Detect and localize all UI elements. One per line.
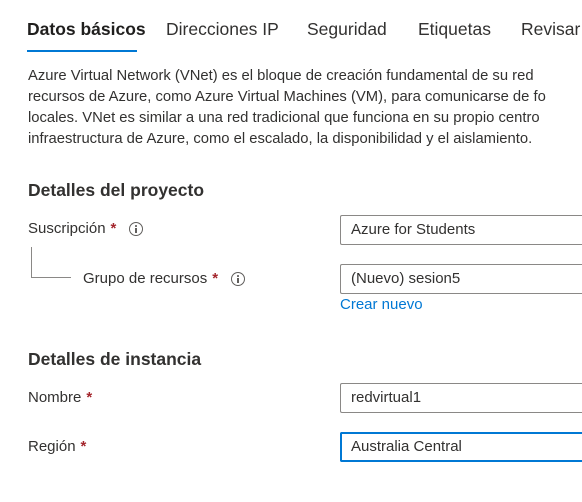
name-input[interactable]: redvirtual1: [340, 383, 582, 413]
subscription-label: Suscripción: [28, 220, 106, 237]
required-marker: *: [212, 270, 219, 287]
tab-direcciones-ip[interactable]: Direcciones IP: [166, 17, 279, 41]
info-icon[interactable]: [231, 271, 246, 286]
tab-revisar[interactable]: Revisar y: [521, 17, 582, 41]
intro-line: Azure Virtual Network (VNet) es el bloqu…: [28, 68, 534, 84]
required-marker: *: [80, 438, 87, 455]
region-label: Región: [28, 438, 76, 455]
subscription-label-row: Suscripción *: [28, 220, 144, 237]
resource-group-label: Grupo de recursos: [83, 270, 208, 287]
tab-bar: Datos básicos Direcciones IP Seguridad E…: [0, 0, 582, 56]
required-marker: *: [110, 220, 117, 237]
info-icon[interactable]: [129, 221, 144, 236]
tab-seguridad[interactable]: Seguridad: [307, 17, 387, 41]
create-new-link[interactable]: Crear nuevo: [340, 296, 423, 313]
project-details-heading: Detalles del proyecto: [28, 180, 205, 200]
instance-details-heading: Detalles de instancia: [28, 349, 202, 369]
intro-line: infraestructura de Azure, como el escala…: [28, 131, 533, 147]
region-label-row: Región *: [28, 438, 86, 455]
resource-group-label-row: Grupo de recursos *: [83, 270, 246, 287]
subscription-dropdown[interactable]: Azure for Students: [340, 215, 582, 245]
resource-group-dropdown[interactable]: (Nuevo) sesion5: [340, 264, 582, 294]
tab-etiquetas[interactable]: Etiquetas: [418, 17, 491, 41]
required-marker: *: [86, 389, 93, 406]
name-label: Nombre: [28, 389, 82, 406]
intro-line: locales. VNet es similar a una red tradi…: [28, 110, 540, 126]
intro-description: Azure Virtual Network (VNet) es el bloqu…: [28, 66, 582, 150]
intro-line: recursos de Azure, como Azure Virtual Ma…: [28, 89, 546, 105]
hierarchy-connector: [31, 247, 71, 278]
region-dropdown[interactable]: Australia Central: [340, 432, 582, 462]
tab-datos-basicos[interactable]: Datos básicos: [27, 17, 146, 41]
name-label-row: Nombre *: [28, 389, 92, 406]
active-tab-indicator: [27, 50, 137, 52]
